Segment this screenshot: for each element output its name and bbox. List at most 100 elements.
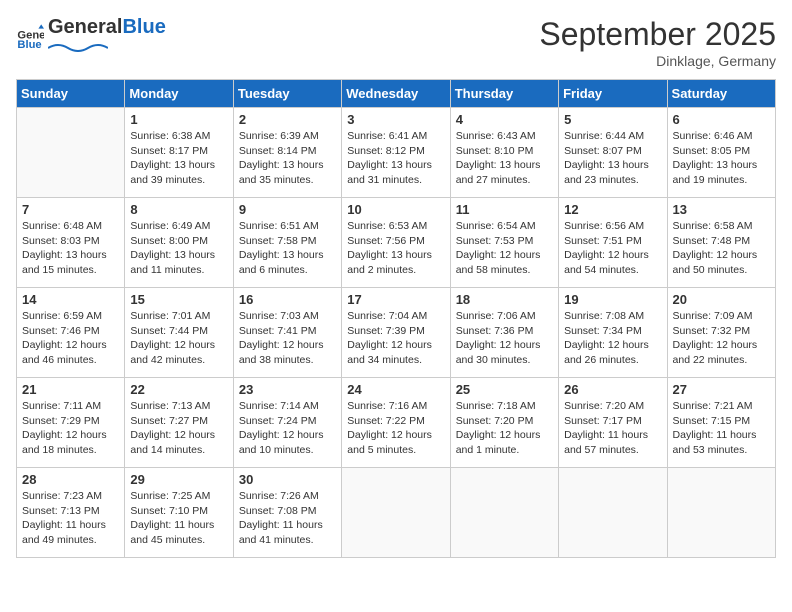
calendar-cell: 9 Sunrise: 6:51 AMSunset: 7:58 PMDaylight… [233,198,341,288]
day-number: 17 [347,292,444,307]
header-saturday: Saturday [667,80,775,108]
calendar-cell [667,468,775,558]
cell-info: Sunrise: 7:23 AMSunset: 7:13 PMDaylight:… [22,489,119,548]
calendar-cell: 12 Sunrise: 6:56 AMSunset: 7:51 PMDayligh… [559,198,667,288]
day-number: 4 [456,112,553,127]
logo-icon: General Blue [16,23,44,51]
calendar-cell: 28Sunrise: 7:23 AMSunset: 7:13 PMDayligh… [17,468,125,558]
calendar-header-row: SundayMondayTuesdayWednesdayThursdayFrid… [17,80,776,108]
cell-info: Sunrise: 7:08 AMSunset: 7:34 PMDaylight:… [564,309,661,368]
day-number: 9 [239,202,336,217]
cell-info: Sunrise: 7:20 AMSunset: 7:17 PMDaylight:… [564,399,661,458]
day-number: 8 [130,202,227,217]
cell-info: Sunrise: 7:14 AMSunset: 7:24 PMDaylight:… [239,399,336,458]
day-number: 19 [564,292,661,307]
svg-text:Blue: Blue [17,39,41,51]
day-number: 12 [564,202,661,217]
cell-info: Sunrise: 7:25 AMSunset: 7:10 PMDaylight:… [130,489,227,548]
calendar-week-3: 14 Sunrise: 6:59 AMSunset: 7:46 PMDayligh… [17,288,776,378]
calendar-cell: 8 Sunrise: 6:49 AMSunset: 8:00 PMDaylight… [125,198,233,288]
cell-info: Sunrise: 6:51 AMSunset: 7:58 PMDaylight:… [239,219,336,278]
cell-info: Sunrise: 6:44 AMSunset: 8:07 PMDaylight:… [564,129,661,188]
calendar-cell: 24 Sunrise: 7:16 AMSunset: 7:22 PMDayligh… [342,378,450,468]
day-number: 15 [130,292,227,307]
calendar-week-2: 7 Sunrise: 6:48 AMSunset: 8:03 PMDaylight… [17,198,776,288]
day-number: 18 [456,292,553,307]
day-number: 27 [673,382,770,397]
cell-info: Sunrise: 6:56 AMSunset: 7:51 PMDaylight:… [564,219,661,278]
cell-info: Sunrise: 7:26 AMSunset: 7:08 PMDaylight:… [239,489,336,548]
logo-text-general: General [48,16,122,39]
day-number: 7 [22,202,119,217]
cell-info: Sunrise: 6:59 AMSunset: 7:46 PMDaylight:… [22,309,119,368]
logo-wave-icon [48,40,108,52]
calendar-cell: 16 Sunrise: 7:03 AMSunset: 7:41 PMDayligh… [233,288,341,378]
calendar-cell: 29 Sunrise: 7:25 AMSunset: 7:10 PMDayligh… [125,468,233,558]
calendar-cell [450,468,558,558]
cell-info: Sunrise: 7:16 AMSunset: 7:22 PMDaylight:… [347,399,444,458]
calendar-cell: 25 Sunrise: 7:18 AMSunset: 7:20 PMDayligh… [450,378,558,468]
calendar-cell [559,468,667,558]
month-title: September 2025 [539,16,776,53]
header-tuesday: Tuesday [233,80,341,108]
cell-info: Sunrise: 7:01 AMSunset: 7:44 PMDaylight:… [130,309,227,368]
calendar-cell: 21Sunrise: 7:11 AMSunset: 7:29 PMDayligh… [17,378,125,468]
cell-info: Sunrise: 7:13 AMSunset: 7:27 PMDaylight:… [130,399,227,458]
calendar-cell: 7 Sunrise: 6:48 AMSunset: 8:03 PMDaylight… [17,198,125,288]
calendar-cell: 1 Sunrise: 6:38 AMSunset: 8:17 PMDaylight… [125,108,233,198]
cell-info: Sunrise: 6:41 AMSunset: 8:12 PMDaylight:… [347,129,444,188]
calendar-cell: 27 Sunrise: 7:21 AMSunset: 7:15 PMDayligh… [667,378,775,468]
cell-info: Sunrise: 7:18 AMSunset: 7:20 PMDaylight:… [456,399,553,458]
day-number: 5 [564,112,661,127]
calendar-cell [17,108,125,198]
cell-info: Sunrise: 6:58 AMSunset: 7:48 PMDaylight:… [673,219,770,278]
cell-info: Sunrise: 7:03 AMSunset: 7:41 PMDaylight:… [239,309,336,368]
title-section: September 2025 Dinklage, Germany [539,16,776,69]
cell-info: Sunrise: 6:49 AMSunset: 8:00 PMDaylight:… [130,219,227,278]
cell-info: Sunrise: 6:43 AMSunset: 8:10 PMDaylight:… [456,129,553,188]
calendar-cell: 23 Sunrise: 7:14 AMSunset: 7:24 PMDayligh… [233,378,341,468]
header-wednesday: Wednesday [342,80,450,108]
header-sunday: Sunday [17,80,125,108]
day-number: 1 [130,112,227,127]
day-number: 10 [347,202,444,217]
calendar-table: SundayMondayTuesdayWednesdayThursdayFrid… [16,79,776,558]
cell-info: Sunrise: 7:06 AMSunset: 7:36 PMDaylight:… [456,309,553,368]
calendar-cell: 2 Sunrise: 6:39 AMSunset: 8:14 PMDaylight… [233,108,341,198]
calendar-cell [342,468,450,558]
calendar-week-5: 28Sunrise: 7:23 AMSunset: 7:13 PMDayligh… [17,468,776,558]
cell-info: Sunrise: 6:54 AMSunset: 7:53 PMDaylight:… [456,219,553,278]
calendar-cell: 6Sunrise: 6:46 AMSunset: 8:05 PMDaylight… [667,108,775,198]
day-number: 30 [239,472,336,487]
cell-info: Sunrise: 6:39 AMSunset: 8:14 PMDaylight:… [239,129,336,188]
day-number: 20 [673,292,770,307]
cell-info: Sunrise: 6:48 AMSunset: 8:03 PMDaylight:… [22,219,119,278]
location: Dinklage, Germany [539,53,776,69]
day-number: 29 [130,472,227,487]
day-number: 14 [22,292,119,307]
day-number: 25 [456,382,553,397]
cell-info: Sunrise: 7:09 AMSunset: 7:32 PMDaylight:… [673,309,770,368]
day-number: 2 [239,112,336,127]
calendar-cell: 30 Sunrise: 7:26 AMSunset: 7:08 PMDayligh… [233,468,341,558]
logo: General Blue General Blue [16,16,166,57]
day-number: 21 [22,382,119,397]
calendar-cell: 18 Sunrise: 7:06 AMSunset: 7:36 PMDayligh… [450,288,558,378]
calendar-cell: 26Sunrise: 7:20 AMSunset: 7:17 PMDayligh… [559,378,667,468]
day-number: 24 [347,382,444,397]
calendar-cell: 5 Sunrise: 6:44 AMSunset: 8:07 PMDaylight… [559,108,667,198]
day-number: 11 [456,202,553,217]
header-friday: Friday [559,80,667,108]
day-number: 16 [239,292,336,307]
day-number: 23 [239,382,336,397]
cell-info: Sunrise: 7:21 AMSunset: 7:15 PMDaylight:… [673,399,770,458]
calendar-cell: 15 Sunrise: 7:01 AMSunset: 7:44 PMDayligh… [125,288,233,378]
cell-info: Sunrise: 6:38 AMSunset: 8:17 PMDaylight:… [130,129,227,188]
cell-info: Sunrise: 6:53 AMSunset: 7:56 PMDaylight:… [347,219,444,278]
calendar-cell: 4 Sunrise: 6:43 AMSunset: 8:10 PMDaylight… [450,108,558,198]
calendar-cell: 22Sunrise: 7:13 AMSunset: 7:27 PMDayligh… [125,378,233,468]
calendar-cell: 13Sunrise: 6:58 AMSunset: 7:48 PMDayligh… [667,198,775,288]
day-number: 3 [347,112,444,127]
calendar-cell: 20 Sunrise: 7:09 AMSunset: 7:32 PMDayligh… [667,288,775,378]
calendar-cell: 14 Sunrise: 6:59 AMSunset: 7:46 PMDayligh… [17,288,125,378]
